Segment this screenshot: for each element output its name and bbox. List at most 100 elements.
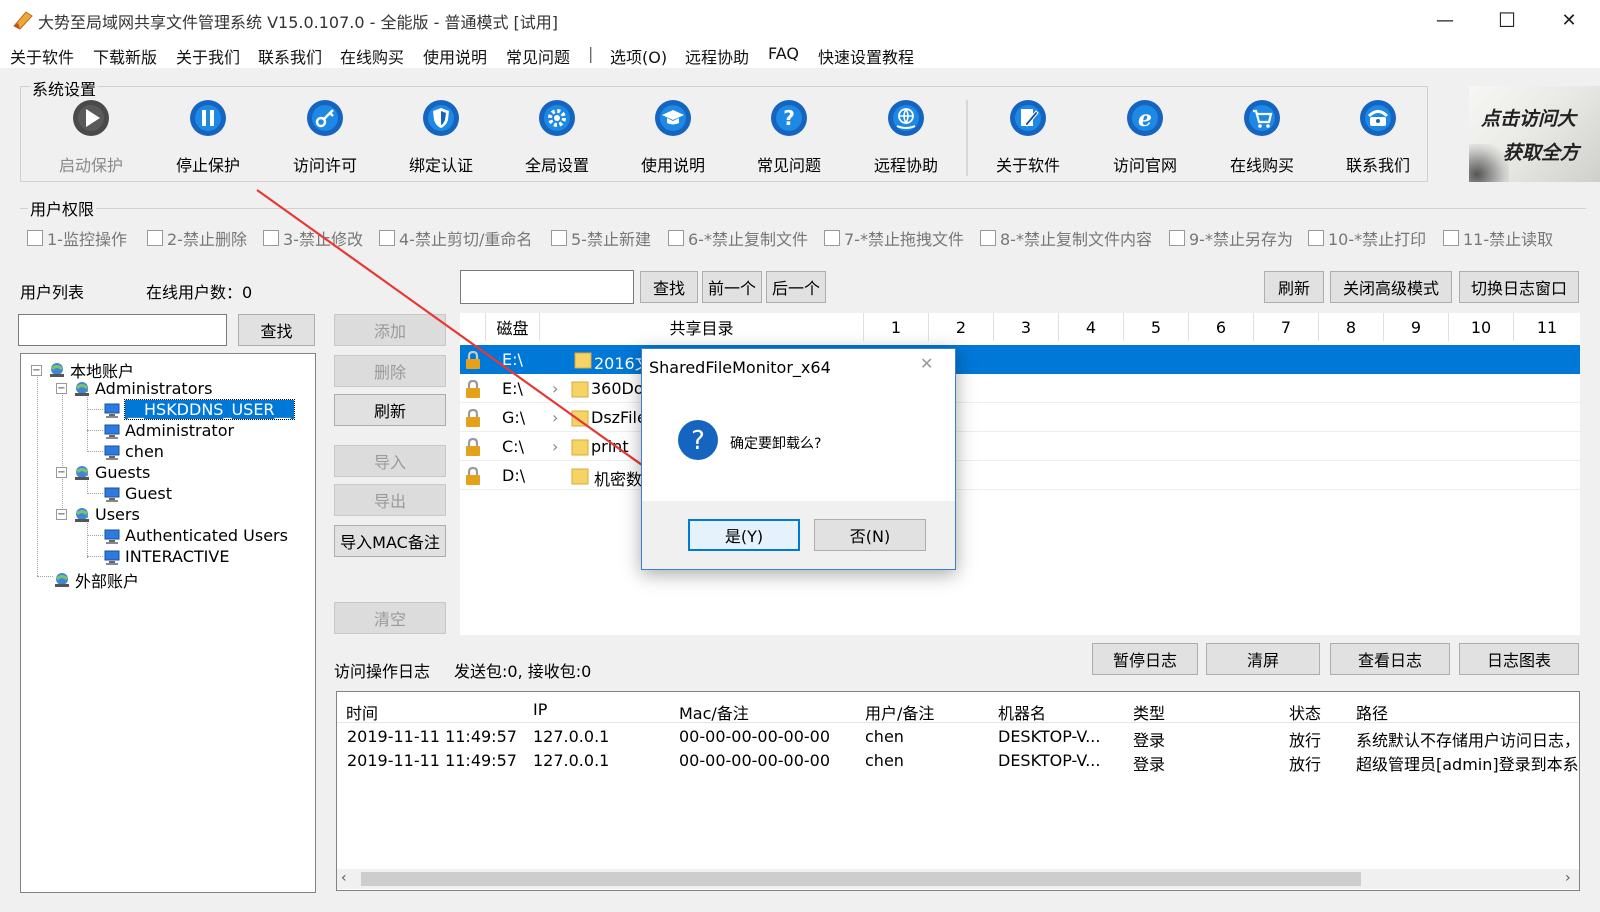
share-header-dir[interactable]: 共享目录: [540, 313, 864, 341]
tree-node-administrator[interactable]: Administrator: [103, 421, 234, 440]
log-header-status[interactable]: 状态: [1289, 700, 1321, 724]
manual-button[interactable]: 使用说明: [618, 98, 728, 178]
perm-no-copy-file-checkbox[interactable]: [668, 230, 684, 246]
share-header-col[interactable]: 9: [1384, 313, 1449, 341]
perm-no-print-checkbox[interactable]: [1308, 230, 1324, 246]
log-header-ip[interactable]: IP: [533, 700, 547, 719]
dialog-yes-button[interactable]: 是(Y): [688, 519, 800, 551]
collapse-icon[interactable]: −: [56, 467, 67, 478]
log-header-machine[interactable]: 机器名: [998, 700, 1046, 724]
share-search-input[interactable]: [460, 270, 634, 304]
perm-monitor[interactable]: 1-监控操作: [27, 226, 127, 250]
contact-us-button[interactable]: 联系我们: [1323, 98, 1433, 178]
tree-node-external-accounts[interactable]: 外部账户: [53, 568, 139, 592]
perm-no-save-as[interactable]: 9-*禁止另存为: [1169, 226, 1293, 250]
perm-no-cut-rename[interactable]: 4-禁止剪切/重命名: [379, 226, 532, 250]
share-header-col[interactable]: 8: [1319, 313, 1384, 341]
perm-no-create[interactable]: 5-禁止新建: [551, 226, 651, 250]
perm-no-save-as-checkbox[interactable]: [1169, 230, 1185, 246]
collapse-icon[interactable]: −: [31, 364, 42, 376]
close-advanced-mode-button[interactable]: 关闭高级模式: [1330, 271, 1452, 303]
tree-node-users[interactable]: − Users: [56, 505, 140, 524]
share-header-col[interactable]: 2: [929, 313, 994, 341]
share-refresh-button[interactable]: 刷新: [1264, 271, 1324, 303]
maximize-button[interactable]: ☐: [1476, 0, 1538, 40]
share-header-col[interactable]: 5: [1124, 313, 1189, 341]
buy-online-button[interactable]: 在线购买: [1207, 98, 1317, 178]
perm-no-modify-checkbox[interactable]: [263, 230, 279, 246]
dialog-no-button[interactable]: 否(N): [814, 519, 926, 551]
pause-log-button[interactable]: 暂停日志: [1092, 643, 1198, 675]
share-header-col[interactable]: 3: [994, 313, 1059, 341]
perm-no-modify[interactable]: 3-禁止修改: [263, 226, 363, 250]
delete-button[interactable]: 删除: [334, 355, 446, 387]
user-search-button[interactable]: 查找: [238, 314, 315, 346]
switch-log-window-button[interactable]: 切换日志窗口: [1459, 271, 1579, 303]
clear-screen-button[interactable]: 清屏: [1206, 643, 1320, 675]
perm-no-delete-checkbox[interactable]: [147, 230, 163, 246]
collapse-icon[interactable]: −: [56, 383, 67, 394]
log-header-time[interactable]: 时间: [346, 700, 378, 724]
share-row[interactable]: E:\ › 360Do: [460, 374, 1580, 403]
dialog-close-icon[interactable]: ✕: [920, 354, 933, 373]
export-button[interactable]: 导出: [334, 484, 446, 516]
tree-node-hskddns-user[interactable]: __HSKDDNS_USER__: [103, 399, 295, 420]
stop-protection-button[interactable]: 停止保护: [153, 98, 263, 178]
menu-faq[interactable]: FAQ: [768, 44, 799, 63]
menu-manual[interactable]: 使用说明: [423, 44, 487, 68]
tree-node-guest[interactable]: Guest: [103, 484, 172, 503]
share-header-col[interactable]: 10: [1449, 313, 1514, 341]
menu-contact[interactable]: 联系我们: [258, 44, 322, 68]
remote-assist-button[interactable]: 远程协助: [851, 98, 961, 178]
start-protection-button[interactable]: 启动保护: [36, 98, 146, 178]
tree-node-chen[interactable]: chen: [103, 442, 164, 461]
share-header-disk[interactable]: 磁盘: [486, 313, 540, 341]
log-header-type[interactable]: 类型: [1133, 700, 1165, 724]
scroll-left-icon[interactable]: ‹: [341, 870, 347, 886]
share-header-col[interactable]: 4: [1059, 313, 1124, 341]
perm-no-print[interactable]: 10-*禁止打印: [1308, 226, 1426, 250]
perm-no-drag[interactable]: 7-*禁止拖拽文件: [824, 226, 964, 250]
perm-no-cut-rename-checkbox[interactable]: [379, 230, 395, 246]
clear-button[interactable]: 清空: [334, 602, 446, 634]
perm-no-read-checkbox[interactable]: [1443, 230, 1459, 246]
share-header-col[interactable]: 11: [1514, 313, 1580, 341]
minimize-button[interactable]: —: [1414, 0, 1476, 40]
perm-monitor-checkbox[interactable]: [27, 230, 43, 246]
expand-arrow-icon[interactable]: ›: [552, 408, 558, 427]
menu-options[interactable]: 选项(O): [610, 44, 667, 68]
about-software-button[interactable]: 关于软件: [973, 98, 1083, 178]
menu-remote[interactable]: 远程协助: [685, 44, 749, 68]
promo-banner[interactable]: 点击访问大 获取全方: [1469, 86, 1600, 182]
perm-no-copy-content-checkbox[interactable]: [980, 230, 996, 246]
log-chart-button[interactable]: 日志图表: [1459, 643, 1579, 675]
log-header-mac[interactable]: Mac/备注: [679, 700, 749, 724]
log-header-path[interactable]: 路径: [1356, 700, 1388, 724]
log-row[interactable]: 2019-11-11 11:49:57 127.0.0.1 00-00-00-0…: [337, 751, 1579, 775]
add-button[interactable]: 添加: [334, 314, 446, 346]
tree-node-administrators[interactable]: − Administrators: [56, 379, 212, 398]
share-find-button[interactable]: 查找: [640, 271, 698, 303]
expand-arrow-icon[interactable]: ›: [552, 437, 558, 456]
tree-node-guests[interactable]: − Guests: [56, 463, 150, 482]
share-prev-button[interactable]: 前一个: [702, 271, 762, 303]
perm-no-copy-content[interactable]: 8-*禁止复制文件内容: [980, 226, 1152, 250]
menu-faq-cn[interactable]: 常见问题: [506, 44, 570, 68]
import-mac-button[interactable]: 导入MAC备注: [334, 525, 446, 557]
share-row[interactable]: E:\ 2016文: [460, 345, 1580, 374]
collapse-icon[interactable]: −: [56, 509, 67, 520]
menu-about-us[interactable]: 关于我们: [176, 44, 240, 68]
share-next-button[interactable]: 后一个: [766, 271, 826, 303]
perm-no-read[interactable]: 11-禁止读取: [1443, 226, 1553, 250]
access-permission-button[interactable]: 访问许可: [270, 98, 380, 178]
user-tree[interactable]: − 本地账户 − Administrators __HSKDDNS_USER__…: [20, 353, 316, 893]
share-row[interactable]: D:\ 机密数: [460, 461, 1580, 490]
share-header-col[interactable]: 7: [1254, 313, 1319, 341]
scroll-right-icon[interactable]: ›: [1565, 870, 1571, 886]
perm-no-copy-file[interactable]: 6-*禁止复制文件: [668, 226, 808, 250]
confirm-dialog[interactable]: SharedFileMonitor_x64 ✕ ? 确定要卸载么? 是(Y) 否…: [641, 348, 956, 570]
bind-auth-button[interactable]: 绑定认证: [386, 98, 496, 178]
user-search-input[interactable]: [18, 314, 227, 346]
tree-node-interactive[interactable]: INTERACTIVE: [103, 547, 229, 566]
share-header-col[interactable]: 6: [1189, 313, 1254, 341]
